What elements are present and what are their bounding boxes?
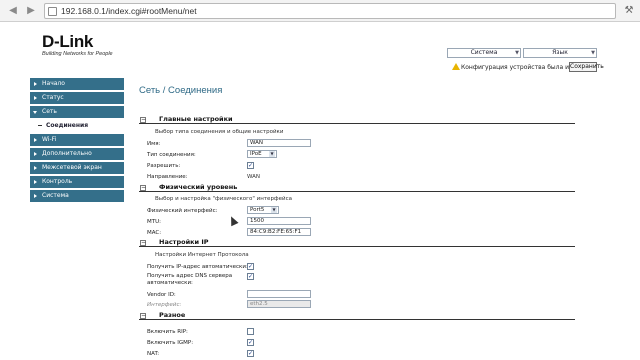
address-bar[interactable]: 192.168.0.1/index.cgi#rootMenu/net <box>44 3 616 19</box>
page-title: Сеть / Соединения <box>139 85 223 96</box>
dlink-logo: D-Link Building Networks for People <box>42 32 113 57</box>
browser-toolbar: ◀ ▶ 192.168.0.1/index.cgi#rootMenu/net ⚒ <box>0 0 640 22</box>
system-menu[interactable]: Система ▼ <box>447 48 521 58</box>
section-ip-desc: Настройки Интернет Протокола <box>155 252 249 258</box>
mouse-cursor-icon <box>227 214 239 227</box>
sidebar-item-wifi[interactable]: Wi-Fi <box>30 134 124 146</box>
mtu-field[interactable]: 1500 <box>247 217 311 225</box>
url-text: 192.168.0.1/index.cgi#rootMenu/net <box>61 6 197 16</box>
mtu-label: MTU: <box>147 219 161 225</box>
sidebar-item-control[interactable]: Контроль <box>30 176 124 188</box>
section-phys-desc: Выбор и настройка "физического" интерфей… <box>155 196 292 202</box>
connection-type-select[interactable]: IPoE ▼ <box>247 150 277 158</box>
language-menu[interactable]: Язык ▼ <box>523 48 597 58</box>
rip-checkbox[interactable] <box>247 328 254 335</box>
language-menu-label: Язык <box>552 49 568 56</box>
collapse-icon[interactable]: − <box>140 117 146 123</box>
vendor-id-label: Vendor ID: <box>147 292 176 298</box>
nat-checkbox[interactable]: ✓ <box>247 350 254 357</box>
chevron-down-icon: ▼ <box>269 151 275 157</box>
wrench-icon[interactable]: ⚒ <box>622 4 636 18</box>
section-phys-title: Физический уровень <box>159 183 238 191</box>
direction-value: WAN <box>247 174 261 180</box>
auto-ip-checkbox[interactable]: ✓ <box>247 263 254 270</box>
phys-iface-select[interactable]: Port5 ▼ <box>247 206 279 214</box>
forward-icon[interactable]: ▶ <box>24 4 38 18</box>
auto-dns-checkbox[interactable]: ✓ <box>247 273 254 280</box>
auto-dns-label: Получить адрес DNS сервера автоматически… <box>147 273 233 286</box>
collapse-icon[interactable]: − <box>140 240 146 246</box>
name-label: Имя: <box>147 141 161 147</box>
igmp-checkbox[interactable]: ✓ <box>247 339 254 346</box>
sidebar: Начало Статус Сеть Соединения Wi-Fi Допо… <box>30 78 124 204</box>
rip-label: Включить RIP: <box>147 329 188 335</box>
sidebar-item-network[interactable]: Сеть <box>30 106 124 118</box>
mac-field[interactable]: 84:C9:B2:FE:65:F1 <box>247 228 311 236</box>
vendor-id-field[interactable] <box>247 290 311 298</box>
save-button[interactable]: Сохранить <box>569 62 604 72</box>
phys-iface-label: Физический интерфейс: <box>147 208 218 214</box>
sidebar-subitem-connections[interactable]: Соединения <box>30 120 124 131</box>
connection-type-label: Тип соединения: <box>147 152 196 158</box>
page-icon <box>48 7 57 16</box>
back-icon[interactable]: ◀ <box>6 4 20 18</box>
auto-ip-label: Получить IP-адрес автоматически: <box>147 264 248 270</box>
warning-icon <box>452 63 460 70</box>
enable-label: Разрешить: <box>147 163 181 169</box>
enable-checkbox[interactable]: ✓ <box>247 162 254 169</box>
direction-label: Направление: <box>147 174 188 180</box>
collapse-icon[interactable]: − <box>140 185 146 191</box>
section-main-title: Главные настройки <box>159 115 233 123</box>
connection-type-value: IPoE <box>250 151 262 157</box>
system-menu-label: Система <box>470 49 498 56</box>
chevron-down-icon: ▼ <box>271 207 277 213</box>
section-ip-header[interactable]: − Настройки IP <box>139 238 575 247</box>
nat-label: NAT: <box>147 351 160 357</box>
sidebar-item-start[interactable]: Начало <box>30 78 124 90</box>
sidebar-item-advanced[interactable]: Дополнительно <box>30 148 124 160</box>
mac-label: MAC: <box>147 230 162 236</box>
phys-iface-value: Port5 <box>250 207 265 213</box>
sidebar-item-system[interactable]: Система <box>30 190 124 202</box>
collapse-icon[interactable]: − <box>140 313 146 319</box>
section-main-header[interactable]: − Главные настройки <box>139 115 575 124</box>
section-main-desc: Выбор типа соединения и общие настройки <box>155 129 284 135</box>
sidebar-item-firewall[interactable]: Межсетевой экран <box>30 162 124 174</box>
interface-field: eth2.5 <box>247 300 311 308</box>
chevron-down-icon: ▼ <box>591 50 595 56</box>
sidebar-item-status[interactable]: Статус <box>30 92 124 104</box>
section-misc-header[interactable]: − Разное <box>139 311 575 320</box>
section-ip-title: Настройки IP <box>159 238 209 246</box>
interface-label: Интерфейс: <box>147 302 182 308</box>
logo-tagline: Building Networks for People <box>42 51 113 57</box>
chevron-down-icon: ▼ <box>515 50 519 56</box>
name-field[interactable]: WAN <box>247 139 311 147</box>
igmp-label: Включить IGMP: <box>147 340 194 346</box>
section-misc-title: Разное <box>159 311 186 319</box>
logo-text: D-Link <box>42 32 94 51</box>
section-phys-header[interactable]: − Физический уровень <box>139 183 575 192</box>
